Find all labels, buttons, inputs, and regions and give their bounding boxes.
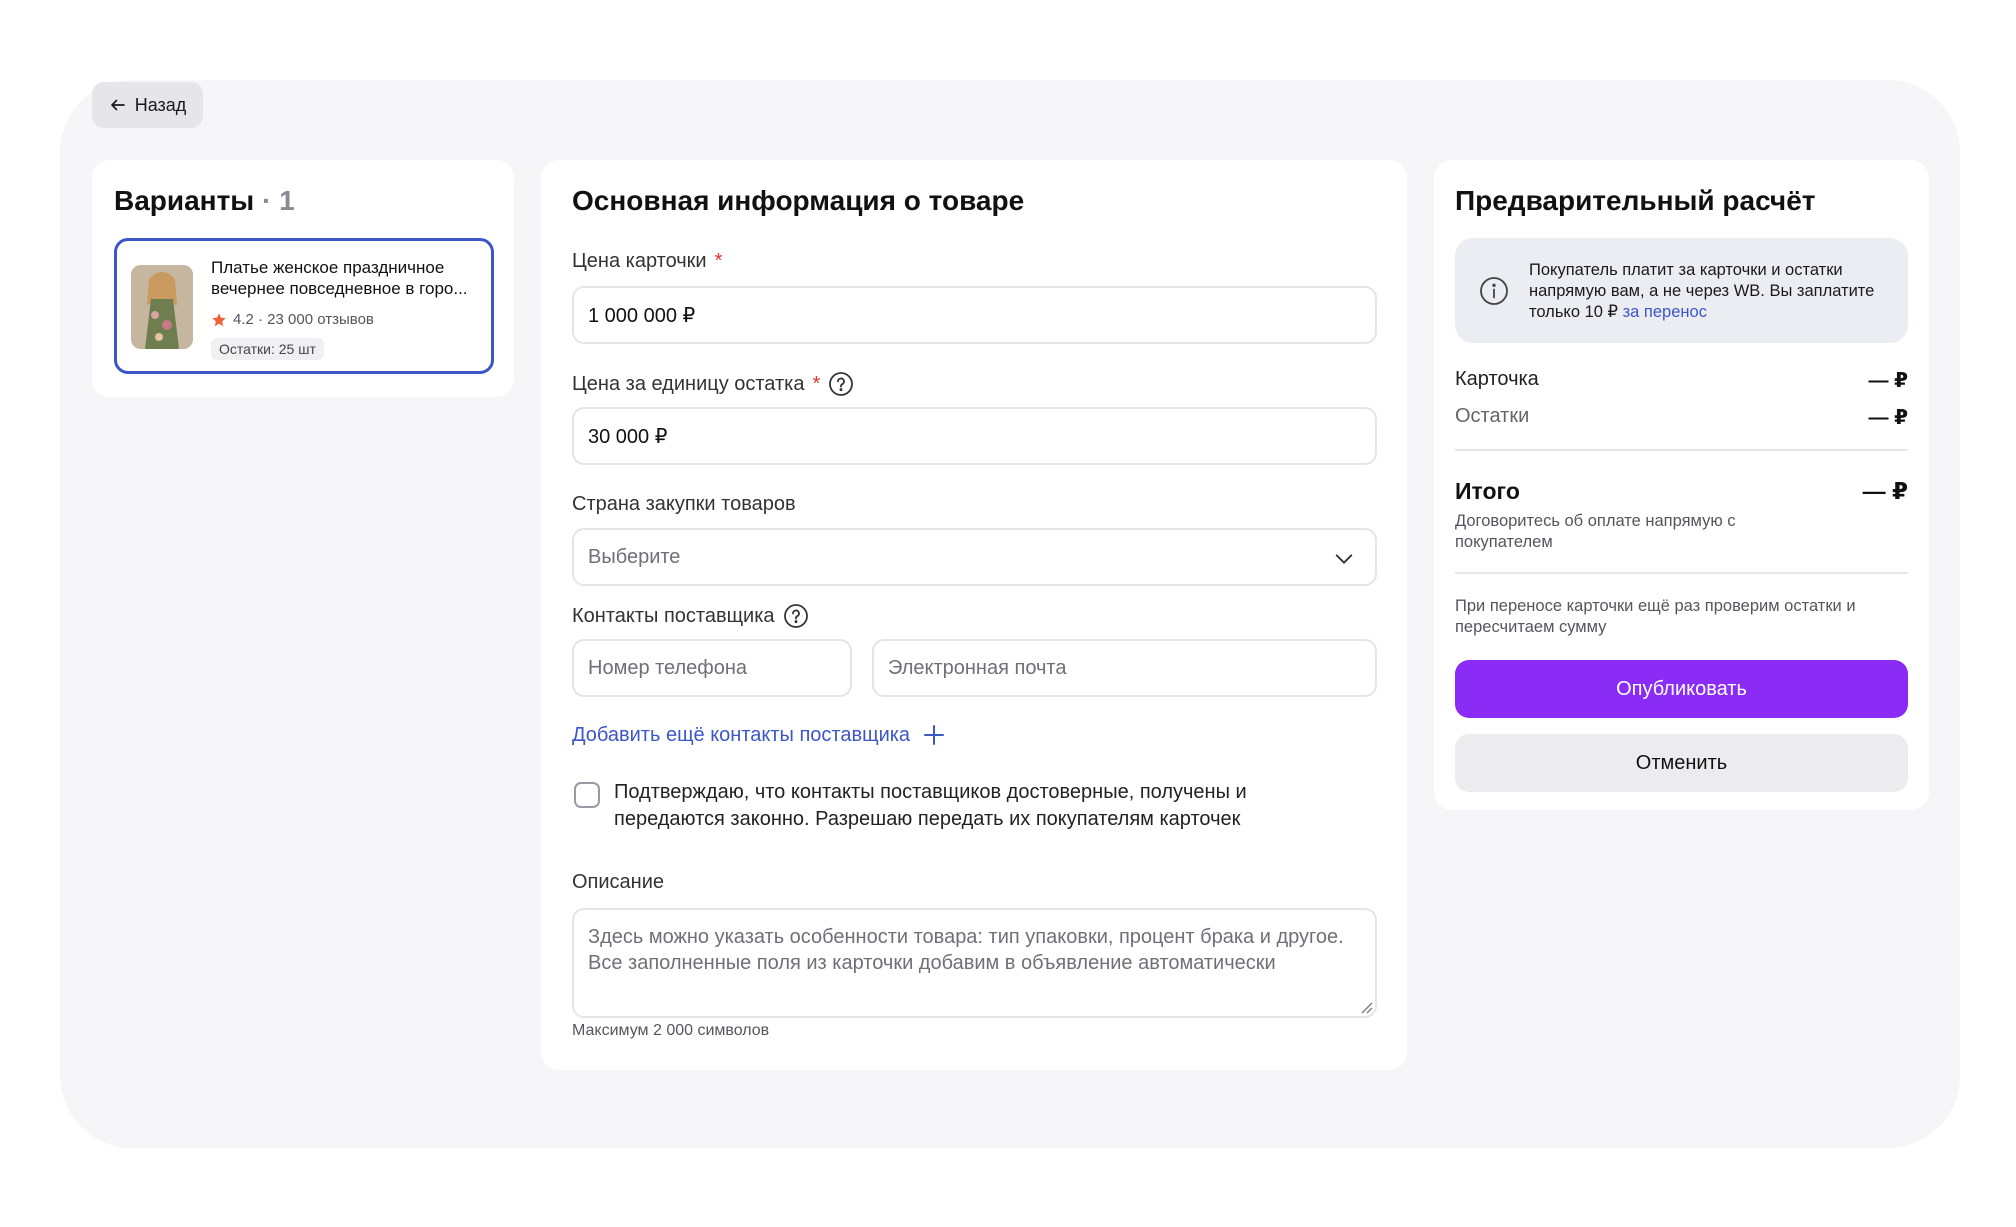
question-icon[interactable] — [783, 603, 809, 629]
variant-stock-badge: Остатки: 25 шт — [211, 338, 324, 360]
description-hint: Максимум 2 000 символов — [572, 1022, 770, 1039]
info-text: Покупатель платит за карточки и остатки … — [1529, 261, 1875, 321]
plus-icon — [924, 725, 945, 745]
required-mark: * — [812, 372, 821, 395]
description-label: Описание — [572, 871, 665, 893]
add-contacts-link[interactable]: Добавить ещё контакты поставщика — [572, 723, 946, 747]
back-button[interactable]: Назад — [92, 82, 203, 128]
stock-cost-label: Остатки — [1455, 405, 1530, 427]
variant-rating: 4.2 · 23 000 отзывов — [211, 311, 374, 328]
star-icon — [212, 312, 226, 326]
confirm-checkbox[interactable] — [574, 782, 600, 808]
email-input[interactable]: Электронная почта — [872, 639, 1377, 697]
publish-button[interactable]: Опубликовать — [1455, 660, 1908, 718]
chevron-down-icon — [1335, 554, 1353, 564]
description-textarea[interactable]: Здесь можно указать особенности товара: … — [572, 908, 1377, 1018]
phone-input[interactable]: Номер телефона — [572, 639, 852, 697]
card-cost-label: Карточка — [1455, 368, 1539, 390]
product-thumbnail — [131, 265, 193, 349]
card-cost-row: Карточка — ₽ — [1455, 368, 1908, 393]
price-card-label: Цена карточки * — [572, 250, 723, 272]
confirm-text: Подтверждаю, что контакты поставщиков до… — [614, 781, 1247, 830]
variants-count: · 1 — [262, 185, 295, 216]
country-label: Страна закупки товаров — [572, 493, 796, 515]
card-cost-value: — ₽ — [1868, 370, 1908, 392]
divider — [1455, 572, 1908, 574]
country-select[interactable]: Выберите — [572, 528, 1377, 586]
calc-title: Предварительный расчёт — [1455, 185, 1816, 216]
divider — [1455, 449, 1908, 451]
info-link[interactable]: за перенос — [1623, 303, 1707, 321]
contacts-label: Контакты поставщика — [572, 603, 809, 629]
total-note: Договоритесь об оплате напрямую с покупа… — [1455, 512, 1736, 551]
arrow-left-icon — [110, 99, 125, 111]
country-select-value: Выберите — [588, 545, 681, 568]
price-unit-input[interactable]: 30 000 ₽ — [572, 407, 1377, 465]
total-value: — ₽ — [1862, 478, 1908, 504]
back-label: Назад — [134, 94, 187, 115]
variants-title: Варианты · 1 — [114, 185, 295, 216]
stock-cost-row: Остатки — ₽ — [1455, 405, 1908, 430]
info-box: Покупатель платит за карточки и остатки … — [1455, 238, 1908, 343]
resize-grip-icon[interactable] — [1359, 1000, 1373, 1014]
price-card-input[interactable]: 1 000 000 ₽ — [572, 286, 1377, 344]
variants-panel: Варианты · 1 Платье женское праздничное … — [92, 160, 514, 397]
description-placeholder: Здесь можно указать особенности товара: … — [588, 926, 1344, 974]
price-unit-label: Цена за единицу остатка * — [572, 371, 854, 397]
transfer-note: При переносе карточки ещё раз проверим о… — [1455, 597, 1856, 636]
required-mark: * — [714, 250, 723, 272]
cancel-button[interactable]: Отменить — [1455, 734, 1908, 792]
variant-name: Платье женское праздничное вечернее повс… — [211, 258, 468, 298]
main-title: Основная информация о товаре — [572, 185, 1025, 216]
variant-item[interactable]: Платье женское праздничное вечернее повс… — [114, 238, 494, 374]
total-label: Итого — [1455, 478, 1520, 504]
confirm-row: Подтверждаю, что контакты поставщиков до… — [574, 779, 1314, 833]
info-icon — [1480, 277, 1508, 305]
stock-cost-value: — ₽ — [1868, 407, 1908, 429]
question-icon[interactable] — [828, 371, 854, 397]
